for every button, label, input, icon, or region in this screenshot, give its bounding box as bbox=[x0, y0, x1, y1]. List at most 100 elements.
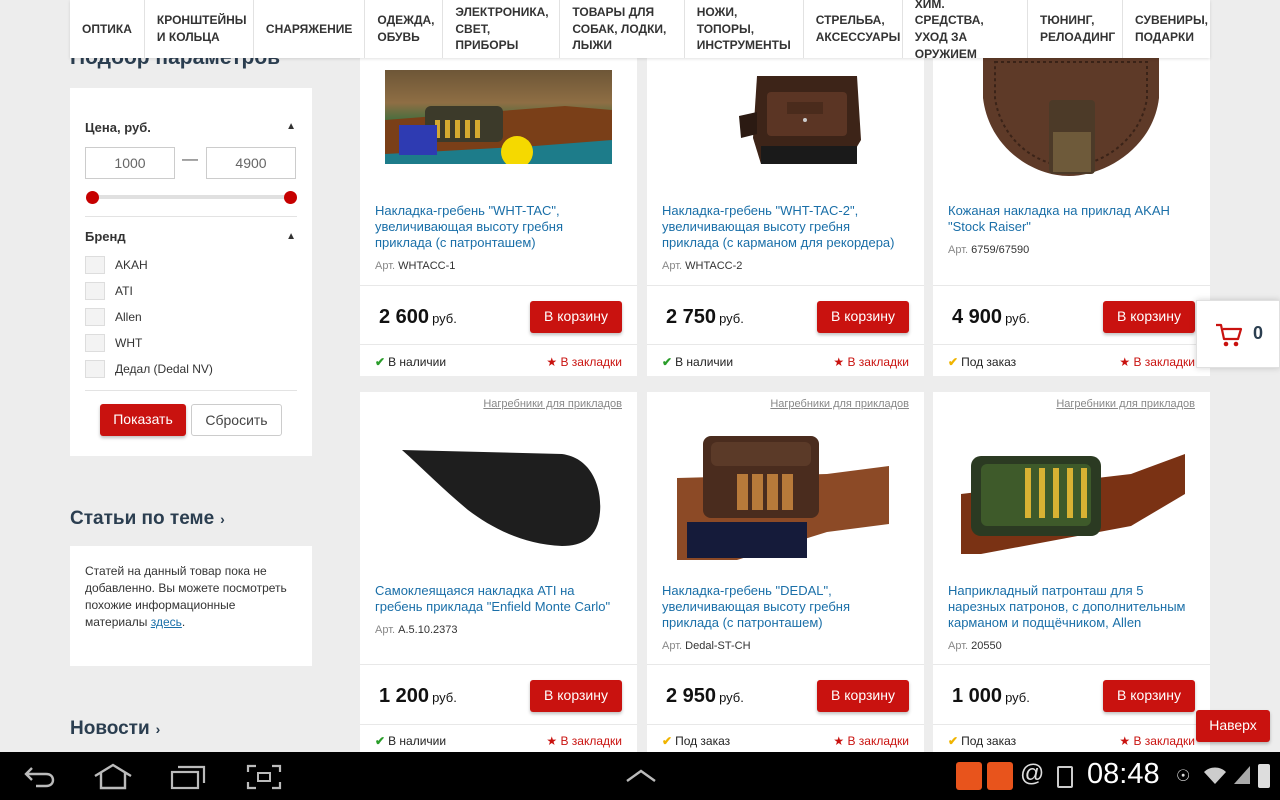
chevron-up-icon[interactable]: ▲ bbox=[286, 121, 296, 132]
chevron-up-icon[interactable]: ▲ bbox=[286, 231, 296, 242]
star-icon: ★ bbox=[546, 355, 558, 369]
nav-item-electronics[interactable]: ЭЛЕКТРОНИКА, СВЕТ, ПРИБОРЫ bbox=[443, 0, 561, 58]
bookmark-label: В закладки bbox=[1133, 355, 1195, 369]
product-name[interactable]: Самоклеящаяся накладка ATI на гребень пр… bbox=[375, 583, 622, 615]
price-max-input[interactable]: 4900 bbox=[206, 147, 296, 179]
shopping-cart-icon bbox=[1216, 323, 1243, 347]
articles-link[interactable]: здесь bbox=[151, 615, 182, 629]
product-category-link[interactable]: Нагребники для прикладов bbox=[1056, 398, 1195, 410]
battery-icon bbox=[1258, 764, 1270, 788]
price-min-input[interactable]: 1000 bbox=[85, 147, 175, 179]
aliexpress-icon[interactable] bbox=[987, 762, 1013, 790]
price-slider-track[interactable] bbox=[92, 195, 290, 199]
nav-item-mounts-rings[interactable]: КРОНШТЕЙНЫ И КОЛЬЦА bbox=[145, 0, 254, 58]
product-article: Арт. 6759/67590 bbox=[948, 244, 1029, 256]
nav-item-souvenirs[interactable]: СУВЕНИРЫ, ПОДАРКИ bbox=[1123, 0, 1210, 58]
product-image[interactable] bbox=[961, 434, 1185, 556]
product-image[interactable] bbox=[955, 58, 1187, 180]
bookmark-label: В закладки bbox=[847, 355, 909, 369]
divider bbox=[933, 664, 1210, 665]
leather-pouch-image bbox=[739, 76, 861, 164]
product-card: Нагребники для прикладов Самоклеящаяся н… bbox=[360, 392, 637, 752]
bookmark-link[interactable]: ★ В закладки bbox=[833, 734, 909, 748]
nav-item-knives-tools[interactable]: НОЖИ, ТОПОРЫ, ИНСТРУМЕНТЫ bbox=[685, 0, 804, 58]
nav-item-equipment[interactable]: СНАРЯЖЕНИЕ bbox=[254, 0, 366, 58]
product-article: Арт. Dedal-ST-CH bbox=[662, 640, 751, 652]
brand-option[interactable]: WHT bbox=[85, 334, 142, 352]
brand-option[interactable]: Дедал (Dedal NV) bbox=[85, 360, 213, 378]
bookmark-link[interactable]: ★ В закладки bbox=[833, 355, 909, 369]
nav-item-shooting[interactable]: СТРЕЛЬБА, АКСЕССУАРЫ bbox=[804, 0, 903, 58]
product-image[interactable] bbox=[382, 428, 614, 562]
checkbox[interactable] bbox=[85, 282, 105, 300]
product-name[interactable]: Накладка-гребень "WHT-TAC", увеличивающа… bbox=[375, 203, 622, 251]
product-category-link[interactable]: Нагребники для прикладов bbox=[483, 398, 622, 410]
brand-option[interactable]: Allen bbox=[85, 308, 142, 326]
availability-status: ✔ Под заказ bbox=[948, 734, 1016, 748]
product-image[interactable] bbox=[385, 70, 612, 168]
product-image[interactable] bbox=[677, 428, 892, 562]
nav-item-tuning[interactable]: ТЮНИНГ, РЕЛОАДИНГ bbox=[1028, 0, 1123, 58]
news-heading[interactable]: Новости › bbox=[70, 718, 160, 740]
price-currency: руб. bbox=[719, 690, 744, 705]
add-to-cart-button[interactable]: В корзину bbox=[530, 680, 622, 712]
checkbox[interactable] bbox=[85, 308, 105, 326]
divider bbox=[647, 344, 924, 345]
checkbox[interactable] bbox=[85, 334, 105, 352]
cart-widget[interactable]: 0 bbox=[1196, 300, 1280, 368]
nav-item-clothing[interactable]: ОДЕЖДА, ОБУВЬ bbox=[365, 0, 444, 58]
price-value: 2 600 bbox=[379, 306, 430, 328]
article-code: WHTACC-1 bbox=[398, 260, 456, 272]
brand-label: Allen bbox=[115, 310, 142, 324]
bookmark-label: В закладки bbox=[1133, 734, 1195, 748]
bookmark-link[interactable]: ★ В закладки bbox=[546, 355, 622, 369]
bookmark-link[interactable]: ★ В закладки bbox=[1119, 734, 1195, 748]
add-to-cart-button[interactable]: В корзину bbox=[530, 301, 622, 333]
add-to-cart-button[interactable]: В корзину bbox=[817, 680, 909, 712]
articles-heading[interactable]: Статьи по теме › bbox=[70, 508, 225, 530]
add-to-cart-button[interactable]: В корзину bbox=[817, 301, 909, 333]
divider bbox=[647, 285, 924, 286]
home-icon[interactable] bbox=[92, 762, 134, 790]
aliexpress-icon[interactable] bbox=[956, 762, 982, 790]
chevron-up-icon[interactable] bbox=[624, 768, 658, 784]
reset-button[interactable]: Сбросить bbox=[191, 404, 282, 436]
nav-item-optics[interactable]: ОПТИКА bbox=[70, 0, 145, 58]
wifi-icon bbox=[1204, 767, 1226, 784]
product-category-link[interactable]: Нагребники для прикладов bbox=[770, 398, 909, 410]
availability-status: ✔ Под заказ bbox=[662, 734, 730, 748]
checkbox[interactable] bbox=[85, 256, 105, 274]
cart-count: 0 bbox=[1253, 323, 1264, 343]
nav-item-dogs-boats[interactable]: ТОВАРЫ ДЛЯ СОБАК, ЛОДКИ, ЛЫЖИ bbox=[560, 0, 685, 58]
bookmark-link[interactable]: ★ В закладки bbox=[1119, 355, 1195, 369]
add-to-cart-button[interactable]: В корзину bbox=[1103, 680, 1195, 712]
product-image[interactable] bbox=[669, 68, 901, 168]
availability-text: Под заказ bbox=[961, 734, 1017, 748]
brand-option[interactable]: AKAH bbox=[85, 256, 148, 274]
nav-item-gun-care[interactable]: ХИМ. СРЕДСТВА, УХОД ЗА ОРУЖИЕМ bbox=[903, 0, 1028, 61]
screenshot-icon[interactable] bbox=[246, 764, 282, 790]
back-icon[interactable] bbox=[22, 764, 56, 788]
bookmark-link[interactable]: ★ В закладки bbox=[546, 734, 622, 748]
bookmark-label: В закладки bbox=[847, 734, 909, 748]
brand-option[interactable]: ATI bbox=[85, 282, 133, 300]
back-to-top-button[interactable]: Наверх bbox=[1196, 710, 1270, 742]
checkbox[interactable] bbox=[85, 360, 105, 378]
articles-text: Статей на данный товар пока не добавленн… bbox=[85, 564, 287, 629]
product-name[interactable]: Кожаная накладка на приклад AKAH "Stock … bbox=[948, 203, 1195, 235]
show-button[interactable]: Показать bbox=[100, 404, 186, 436]
chevron-right-icon: › bbox=[220, 511, 225, 527]
price-slider-min-handle[interactable] bbox=[86, 191, 99, 204]
news-title: Новости bbox=[70, 718, 150, 739]
dedal-comb-image bbox=[677, 436, 889, 560]
price-slider-max-handle[interactable] bbox=[284, 191, 297, 204]
add-to-cart-button[interactable]: В корзину bbox=[1103, 301, 1195, 333]
price-value: 2 950 bbox=[666, 685, 717, 707]
product-name[interactable]: Накладка-гребень "DEDAL", увеличивающая … bbox=[662, 583, 909, 631]
product-name[interactable]: Накладка-гребень "WHT-TAC-2", увеличиваю… bbox=[662, 203, 909, 251]
product-name[interactable]: Наприкладный патронташ для 5 нарезных па… bbox=[948, 583, 1195, 631]
brand-label: ATI bbox=[115, 284, 133, 298]
eye-icon: ☉ bbox=[1176, 768, 1191, 785]
recent-apps-icon[interactable] bbox=[170, 764, 206, 790]
product-card: Нагребники для прикладов Наприкладный па… bbox=[933, 392, 1210, 752]
